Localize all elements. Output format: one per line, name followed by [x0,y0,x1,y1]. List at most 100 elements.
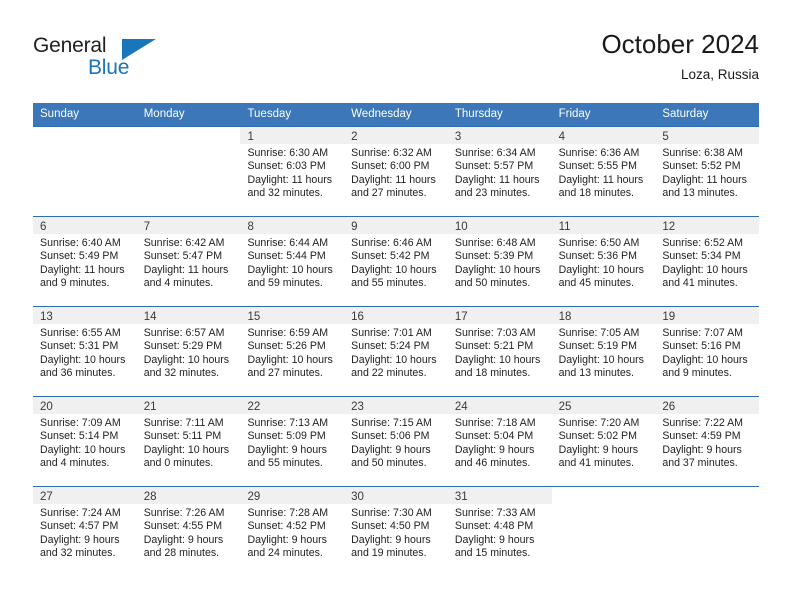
day-cell[interactable]: 22 Sunrise: 7:13 AM Sunset: 5:09 PM Dayl… [240,396,345,486]
day-number: 27 [40,491,53,503]
sunrise-text: Sunrise: 7:09 AM [40,417,121,429]
day-number: 26 [662,401,676,413]
day-number: 13 [40,311,53,323]
day-cell[interactable]: 28 Sunrise: 7:26 AM Sunset: 4:55 PM Dayl… [136,486,241,576]
sunrise-text: Sunrise: 6:36 AM [558,147,640,159]
logo-text-blue: Blue [88,56,130,79]
day-cell[interactable]: 3 Sunrise: 6:34 AM Sunset: 5:57 PM Dayli… [447,126,552,216]
day-cell[interactable]: 19 Sunrise: 7:07 AM Sunset: 5:16 PM Dayl… [655,306,760,396]
day-cell[interactable]: 16 Sunrise: 7:01 AM Sunset: 5:24 PM Dayl… [344,306,448,396]
sunset-text: Sunset: 5:21 PM [454,340,534,353]
sunrise-text: Sunrise: 7:07 AM [662,327,743,339]
day-cell[interactable]: 2 Sunrise: 6:32 AM Sunset: 6:00 PM Dayli… [344,126,448,216]
sunrise-text: Sunrise: 6:34 AM [454,147,536,159]
sunrise-text: Sunrise: 7:33 AM [454,507,536,519]
day-cell[interactable] [136,126,241,216]
daylight-text-line2: and 13 minutes. [662,187,738,200]
day-cell[interactable] [655,486,760,576]
weekday-header-friday: Friday [558,108,591,120]
day-cell[interactable]: 27 Sunrise: 7:24 AM Sunset: 4:57 PM Dayl… [33,486,137,576]
sunset-text: Sunset: 4:59 PM [662,430,741,443]
sunrise-text: Sunrise: 6:59 AM [247,327,329,339]
daylight-text-line1: Daylight: 11 hours [143,263,229,276]
sunrise-text: Sunrise: 7:11 AM [143,417,224,429]
daylight-text-line1: Daylight: 10 hours [558,263,644,276]
daylight-text-line1: Daylight: 10 hours [454,263,541,276]
sunrise-text: Sunrise: 7:15 AM [351,417,432,429]
daylight-text-line1: Daylight: 11 hours [558,173,644,186]
daylight-text-line2: and 32 minutes. [40,547,116,560]
day-number: 15 [247,311,261,323]
day-cell[interactable]: 14 Sunrise: 6:57 AM Sunset: 5:29 PM Dayl… [136,306,241,396]
day-cell[interactable]: 8 Sunrise: 6:44 AM Sunset: 5:44 PM Dayli… [240,216,345,306]
day-cell[interactable]: 18 Sunrise: 7:05 AM Sunset: 5:19 PM Dayl… [551,306,656,396]
day-cell[interactable] [551,486,656,576]
sunset-text: Sunset: 5:06 PM [351,430,430,443]
daylight-text-line2: and 15 minutes. [454,547,531,560]
daylight-text-line1: Daylight: 9 hours [247,443,327,456]
sunrise-text: Sunrise: 7:24 AM [40,507,121,519]
weekday-header-saturday: Saturday [662,108,709,120]
calendar-page: General Blue October 2024 Loza, Russia S… [0,0,792,612]
week-row: 20 Sunrise: 7:09 AM Sunset: 5:14 PM Dayl… [33,396,760,486]
daylight-text-line2: and 55 minutes. [247,457,323,470]
day-cell[interactable]: 31 Sunrise: 7:33 AM Sunset: 4:48 PM Dayl… [447,486,552,576]
daylight-text-line1: Daylight: 10 hours [662,263,748,276]
sunrise-text: Sunrise: 6:30 AM [247,147,329,159]
day-cell[interactable]: 11 Sunrise: 6:50 AM Sunset: 5:36 PM Dayl… [551,216,656,306]
weekday-header-thursday: Thursday [454,108,503,120]
day-cell[interactable]: 20 Sunrise: 7:09 AM Sunset: 5:14 PM Dayl… [33,396,137,486]
sunset-text: Sunset: 4:50 PM [351,520,430,533]
sunset-text: Sunset: 6:03 PM [247,160,326,173]
day-number: 30 [351,491,364,503]
daylight-text-line2: and 18 minutes. [454,367,531,380]
weekday-header-monday: Monday [143,108,185,120]
day-cell[interactable]: 12 Sunrise: 6:52 AM Sunset: 5:34 PM Dayl… [655,216,760,306]
sunset-text: Sunset: 5:57 PM [454,160,534,173]
page-subtitle: Loza, Russia [680,67,759,82]
day-cell[interactable]: 30 Sunrise: 7:30 AM Sunset: 4:50 PM Dayl… [344,486,448,576]
day-cell[interactable]: 4 Sunrise: 6:36 AM Sunset: 5:55 PM Dayli… [551,126,656,216]
daylight-text-line2: and 37 minutes. [662,457,738,470]
weekday-header-wednesday: Wednesday [351,108,412,120]
day-cell[interactable]: 1 Sunrise: 6:30 AM Sunset: 6:03 PM Dayli… [240,126,345,216]
sunset-text: Sunset: 4:48 PM [454,520,534,533]
day-cell[interactable]: 17 Sunrise: 7:03 AM Sunset: 5:21 PM Dayl… [447,306,552,396]
daylight-text-line1: Daylight: 10 hours [351,263,437,276]
day-cell[interactable]: 24 Sunrise: 7:18 AM Sunset: 5:04 PM Dayl… [447,396,552,486]
day-cell[interactable]: 23 Sunrise: 7:15 AM Sunset: 5:06 PM Dayl… [344,396,448,486]
day-cell[interactable]: 25 Sunrise: 7:20 AM Sunset: 5:02 PM Dayl… [551,396,656,486]
sunset-text: Sunset: 6:00 PM [351,160,430,173]
day-cell[interactable]: 15 Sunrise: 6:59 AM Sunset: 5:26 PM Dayl… [240,306,345,396]
day-cell[interactable]: 29 Sunrise: 7:28 AM Sunset: 4:52 PM Dayl… [240,486,345,576]
day-number: 2 [351,131,358,143]
day-number: 21 [143,401,157,413]
daylight-text-line1: Daylight: 10 hours [143,443,230,456]
day-cell[interactable]: 21 Sunrise: 7:11 AM Sunset: 5:11 PM Dayl… [136,396,241,486]
day-cell[interactable]: 10 Sunrise: 6:48 AM Sunset: 5:39 PM Dayl… [447,216,552,306]
day-cell[interactable]: 5 Sunrise: 6:38 AM Sunset: 5:52 PM Dayli… [655,126,760,216]
day-cell[interactable]: 13 Sunrise: 6:55 AM Sunset: 5:31 PM Dayl… [33,306,137,396]
daylight-text-line2: and 50 minutes. [351,457,427,470]
day-cell[interactable]: 26 Sunrise: 7:22 AM Sunset: 4:59 PM Dayl… [655,396,760,486]
day-number: 28 [143,491,157,503]
day-cell[interactable]: 7 Sunrise: 6:42 AM Sunset: 5:47 PM Dayli… [136,216,241,306]
sunset-text: Sunset: 5:42 PM [351,250,430,263]
day-cell[interactable]: 6 Sunrise: 6:40 AM Sunset: 5:49 PM Dayli… [33,216,137,306]
sunset-text: Sunset: 5:34 PM [662,250,741,263]
day-number: 8 [247,221,254,233]
day-number: 29 [247,491,261,503]
daylight-text-line2: and 46 minutes. [454,457,531,470]
sunset-text: Sunset: 5:04 PM [454,430,534,443]
sunrise-text: Sunrise: 6:40 AM [40,237,121,249]
daylight-text-line2: and 45 minutes. [558,277,634,290]
sunset-text: Sunset: 5:14 PM [40,430,119,443]
sunrise-text: Sunrise: 6:48 AM [454,237,536,249]
sunrise-text: Sunrise: 6:46 AM [351,237,432,249]
day-cell[interactable]: 9 Sunrise: 6:46 AM Sunset: 5:42 PM Dayli… [344,216,448,306]
general-blue-logo[interactable]: General Blue [33,34,213,90]
daylight-text-line2: and 0 minutes. [143,457,214,470]
day-cell[interactable] [33,126,137,216]
sunset-text: Sunset: 5:26 PM [247,340,326,353]
sunrise-text: Sunrise: 6:44 AM [247,237,329,249]
